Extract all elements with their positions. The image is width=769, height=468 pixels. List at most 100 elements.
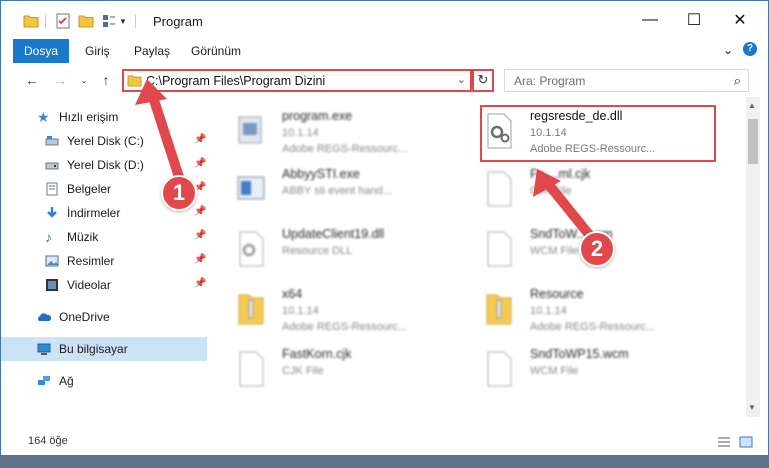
file-description: Resource DLL xyxy=(282,245,353,257)
file-version: 10.1.14 xyxy=(282,127,319,139)
file-description: CJK File xyxy=(530,185,572,197)
file-icon xyxy=(487,351,512,387)
pin-icon[interactable]: 📌 xyxy=(194,134,206,145)
music-icon: ♪ xyxy=(45,229,52,245)
large-icons-view-icon[interactable] xyxy=(739,436,753,448)
sidebar-item-disk-c[interactable]: Yerel Disk (C:) 📌 xyxy=(1,129,207,153)
sidebar-item-label: Bu bilgisayar xyxy=(59,342,128,356)
file-description: WCM File xyxy=(530,365,579,377)
up-button[interactable]: ↑ xyxy=(97,71,115,89)
navigation-bar: ← → ⌄ ↑ C:\Program Files\Program Dizini … xyxy=(1,63,768,97)
tab-gorunum[interactable]: Görünüm xyxy=(191,39,241,63)
file-description: CJK File xyxy=(282,365,324,377)
file-tile[interactable]: x64 10.1.14 Adobe REGS-Ressourc... xyxy=(209,283,449,343)
pin-icon[interactable]: 📌 xyxy=(194,254,206,265)
sidebar-item-label: OneDrive xyxy=(59,310,110,324)
file-name: FastKorn.cjk xyxy=(282,347,352,361)
file-tile[interactable]: UpdateClient19.dll Resource DLL xyxy=(209,223,449,283)
recent-locations-icon[interactable]: ⌄ xyxy=(75,71,93,89)
minimize-button[interactable]: — xyxy=(627,1,673,39)
folder-zip-icon xyxy=(486,294,512,325)
quick-access-toolbar: ▼ xyxy=(23,12,136,30)
sidebar-item-music[interactable]: ♪ Müzik 📌 xyxy=(1,225,207,249)
pin-icon[interactable]: 📌 xyxy=(194,158,206,169)
file-description: Adobe REGS-Ressourc... xyxy=(282,143,408,155)
ribbon-tabs: Dosya Giriş Paylaş Görünüm ⌄ ? xyxy=(1,39,768,64)
download-icon xyxy=(47,207,57,218)
pin-icon[interactable]: 📌 xyxy=(194,278,206,289)
file-name: x64 xyxy=(282,287,303,301)
sidebar-item-pictures[interactable]: Resimler 📌 xyxy=(1,249,207,273)
scrollbar-thumb[interactable] xyxy=(748,119,758,164)
file-list: program.exe 10.1.14 Adobe REGS-Ressourc.… xyxy=(209,97,746,417)
file-name: Resource xyxy=(530,287,584,301)
sidebar-item-label: Ağ xyxy=(59,374,74,388)
file-name: SndToWP15.wcm xyxy=(530,347,629,361)
file-tile[interactable]: AbbyySTI.exe ABBY sti event hand... xyxy=(209,163,449,223)
tab-paylas[interactable]: Paylaş xyxy=(134,39,170,63)
status-bar: 164 öğe xyxy=(1,427,768,455)
address-bar[interactable]: C:\Program Files\Program Dizini ⌄ xyxy=(122,69,472,92)
sidebar-item-quick-access[interactable]: ★ Hızlı erişim xyxy=(1,105,207,129)
file-tile[interactable]: Resource 10.1.14 Adobe REGS-Ressourc... xyxy=(457,283,697,343)
file-tile[interactable]: program.exe 10.1.14 Adobe REGS-Ressourc.… xyxy=(209,105,449,165)
sidebar-item-videos[interactable]: Videolar 📌 xyxy=(1,273,207,297)
computer-icon xyxy=(37,343,51,355)
sidebar-item-label: Hızlı erişim xyxy=(59,110,119,124)
file-version: 10.1.14 xyxy=(530,305,567,317)
drive-icon xyxy=(45,162,59,170)
customize-toolbar-icon[interactable]: ▼ xyxy=(119,17,127,26)
folder-icon xyxy=(127,75,142,87)
help-icon[interactable]: ? xyxy=(743,42,757,56)
folder-icon xyxy=(23,15,39,28)
sidebar-item-label: Müzik xyxy=(67,230,99,244)
sidebar-item-network[interactable]: Ağ xyxy=(1,369,207,393)
properties-icon[interactable] xyxy=(56,13,70,29)
view-options-icon[interactable] xyxy=(102,14,116,28)
folder-zip-icon xyxy=(238,294,264,325)
pin-icon[interactable]: 📌 xyxy=(194,206,206,217)
drive-icon xyxy=(45,136,59,146)
forward-button[interactable]: → xyxy=(51,71,69,89)
pictures-icon xyxy=(45,255,59,267)
navigation-pane: ★ Hızlı erişim Yerel Disk (C:) 📌 Yerel D… xyxy=(1,97,209,417)
file-name: AbbyySTI.exe xyxy=(282,167,360,181)
details-view-icon[interactable] xyxy=(717,436,731,448)
sidebar-item-this-pc[interactable]: Bu bilgisayar xyxy=(1,337,207,361)
scroll-down-icon[interactable]: ▼ xyxy=(748,403,756,412)
pin-icon[interactable]: 📌 xyxy=(194,230,206,241)
sidebar-item-onedrive[interactable]: OneDrive xyxy=(1,305,207,329)
file-name: Fe....ml.cjk xyxy=(530,167,591,181)
explorer-window: ▼ Program — ☐ ✕ Dosya Giriş Paylaş Görün… xyxy=(0,0,769,456)
file-tile[interactable]: SndToW...wcm WCM File xyxy=(457,223,697,283)
refresh-button[interactable]: ↻ xyxy=(472,69,494,92)
new-folder-icon[interactable] xyxy=(78,14,94,28)
sidebar-item-label: Yerel Disk (C:) xyxy=(67,134,144,148)
file-tile[interactable]: Fe....ml.cjk CJK File xyxy=(457,163,697,223)
close-button[interactable]: ✕ xyxy=(717,1,763,39)
file-tile[interactable]: SndToWP15.wcm WCM File xyxy=(457,343,697,403)
back-button[interactable]: ← xyxy=(23,71,41,89)
scroll-up-icon[interactable]: ▲ xyxy=(748,101,756,110)
item-count: 164 öğe xyxy=(28,435,68,447)
expand-ribbon-icon[interactable]: ⌄ xyxy=(723,43,733,57)
maximize-button[interactable]: ☐ xyxy=(671,1,717,39)
vertical-scrollbar[interactable]: ▲ ▼ xyxy=(746,97,760,417)
tab-giris[interactable]: Giriş xyxy=(85,39,110,63)
sidebar-item-label: Belgeler xyxy=(67,182,112,196)
exe-icon xyxy=(238,116,262,144)
dll-icon xyxy=(239,231,264,267)
sidebar-item-disk-d[interactable]: Yerel Disk (D:) 📌 xyxy=(1,153,207,177)
sidebar-item-label: Yerel Disk (D:) xyxy=(67,158,144,172)
videos-icon xyxy=(46,279,58,291)
search-icon: ⌕ xyxy=(733,73,741,88)
exe-icon xyxy=(237,176,265,200)
chevron-down-icon[interactable]: ⌄ xyxy=(457,73,466,86)
file-icon xyxy=(239,351,264,387)
sidebar-item-label: Resimler xyxy=(67,254,115,268)
file-tile[interactable]: FastKorn.cjk CJK File xyxy=(209,343,449,403)
search-input[interactable]: Ara: Program ⌕ xyxy=(504,69,749,92)
sidebar-item-label: Videolar xyxy=(67,278,111,292)
step-badge-1: 1 xyxy=(161,175,197,211)
tab-dosya[interactable]: Dosya xyxy=(13,39,69,63)
